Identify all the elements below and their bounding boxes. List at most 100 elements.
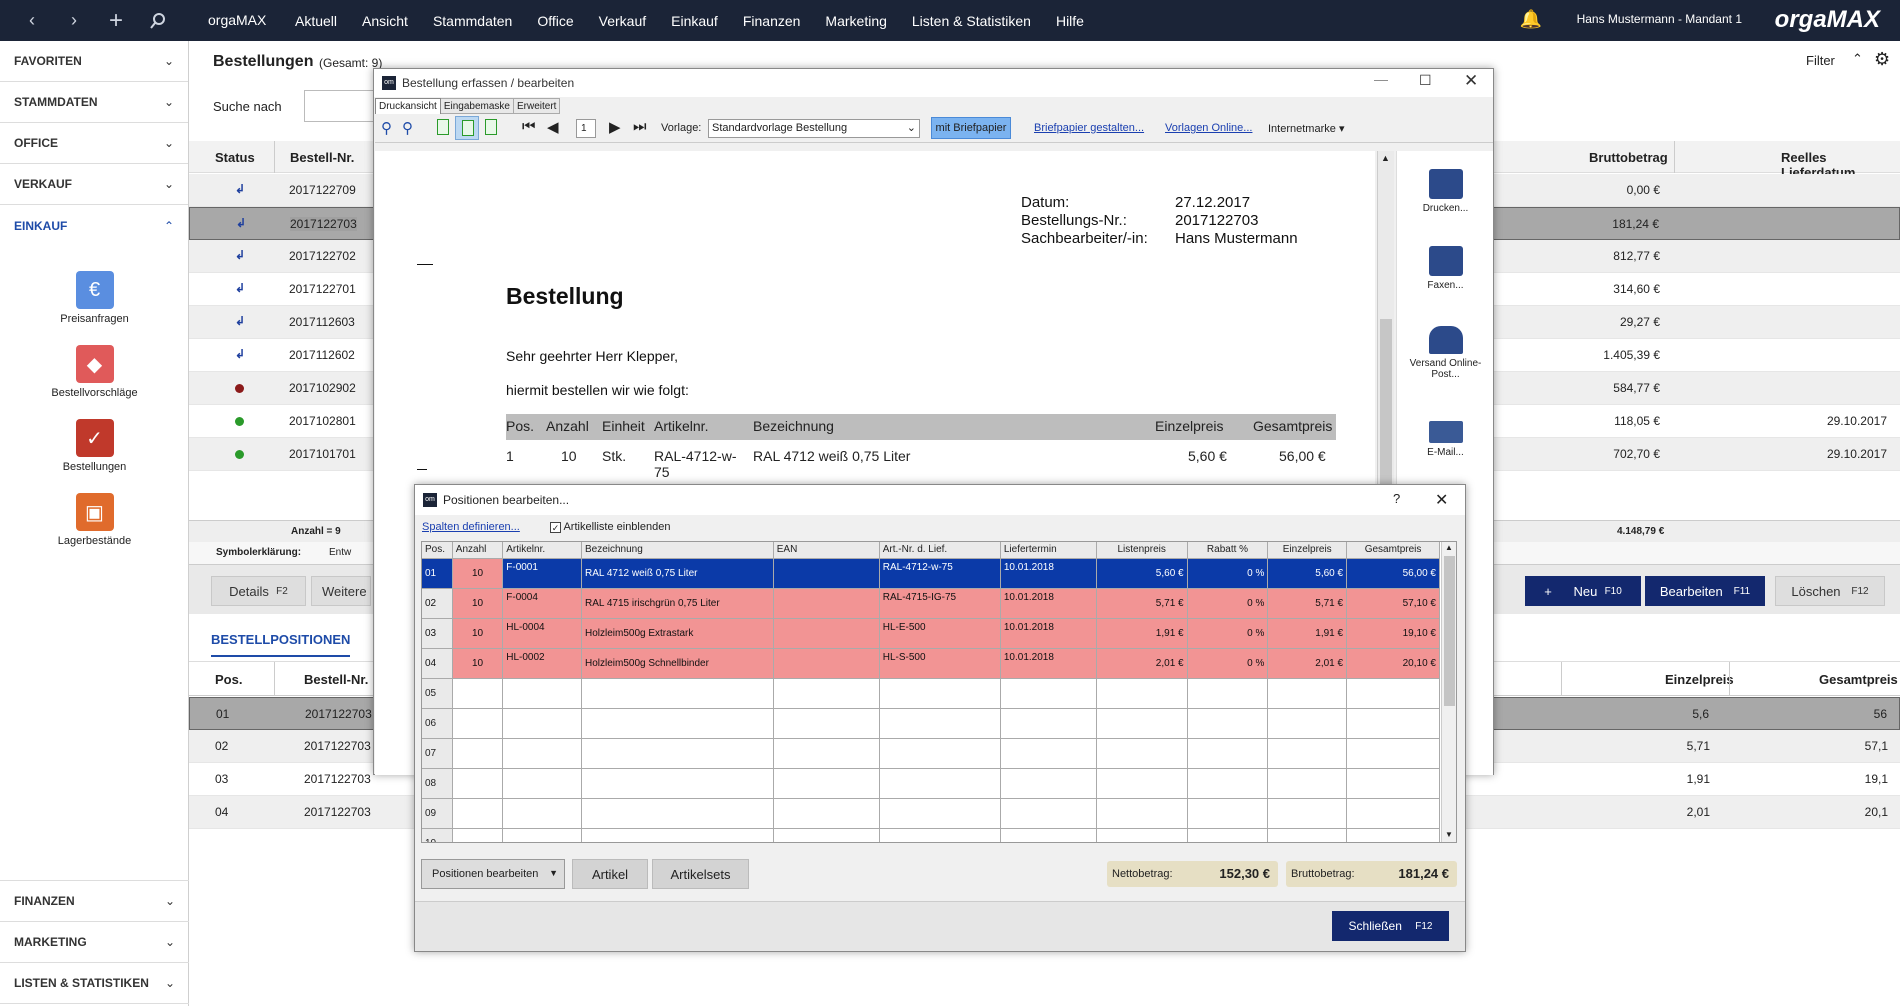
positions-cell-gesamt[interactable]: 20,10 € <box>1346 648 1440 679</box>
positions-cell-einzel[interactable]: 1,91 € <box>1267 618 1348 649</box>
sidebar-section-marketing[interactable]: MARKETING ⌄ <box>0 922 189 963</box>
sidebar-item-lagerbestaende[interactable]: ▣ Lagerbestände <box>0 493 189 547</box>
positions-cell-art[interactable]: F-0004 <box>502 588 582 619</box>
online-post-action[interactable]: Versand Online-Post... <box>1397 326 1494 380</box>
positions-cell-pos[interactable]: 09 <box>422 798 453 829</box>
positions-cell-einzel[interactable]: 5,71 € <box>1267 588 1348 619</box>
positions-cell-ean[interactable] <box>773 738 880 769</box>
help-icon[interactable]: ? <box>1393 491 1400 506</box>
positions-cell-liste[interactable]: 5,60 € <box>1096 558 1188 589</box>
positions-col-header[interactable]: Rabatt % <box>1187 542 1269 559</box>
menu-stammdaten[interactable]: Stammdaten <box>433 13 512 29</box>
plus-icon[interactable]: + <box>98 0 134 41</box>
positions-cell-termin[interactable]: 10.01.2018 <box>1000 558 1097 589</box>
positions-cell-rabatt[interactable]: 0 % <box>1187 558 1269 589</box>
positions-cell-lief[interactable] <box>879 828 1001 842</box>
positions-cell-gesamt[interactable]: 19,10 € <box>1346 618 1440 649</box>
positions-cell-lief[interactable]: HL-E-500 <box>879 618 1001 649</box>
positions-cell-rabatt[interactable]: 0 % <box>1187 648 1269 679</box>
tab-erweitert[interactable]: Erweitert <box>513 98 561 114</box>
positions-cell-lief[interactable] <box>879 678 1001 709</box>
positions-cell-anzahl[interactable]: 10 <box>452 618 504 649</box>
briefpapier-toggle[interactable]: mit Briefpapier <box>931 117 1011 139</box>
positions-cell-ean[interactable] <box>773 678 880 709</box>
scroll-up-icon[interactable]: ▲ <box>1381 153 1390 163</box>
positions-cell-gesamt[interactable]: 57,10 € <box>1346 588 1440 619</box>
positions-cell-liste[interactable]: 1,91 € <box>1096 618 1188 649</box>
positions-cell-liste[interactable] <box>1096 708 1188 739</box>
positions-row-empty[interactable]: 07 <box>422 738 1440 769</box>
schliessen-button[interactable]: Schließen F12 <box>1332 911 1449 941</box>
page-number-input[interactable]: 1 <box>576 119 596 138</box>
first-page-icon[interactable]: ⏮ <box>522 118 536 135</box>
menu-ansicht[interactable]: Ansicht <box>362 13 408 29</box>
positions-cell-lief[interactable] <box>879 708 1001 739</box>
bell-icon[interactable]: 🔔 <box>1520 9 1542 30</box>
positions-cell-einzel[interactable] <box>1267 828 1348 842</box>
positions-cell-liste[interactable]: 2,01 € <box>1096 648 1188 679</box>
positions-col-header[interactable]: EAN <box>773 542 880 559</box>
sidebar-section-listen[interactable]: LISTEN & STATISTIKEN ⌄ <box>0 963 189 1004</box>
positions-cell-termin[interactable] <box>1000 708 1097 739</box>
positions-cell-bez[interactable] <box>581 798 774 829</box>
neu-button[interactable]: + Neu F10 <box>1525 576 1641 606</box>
positions-row[interactable]: 02 10 F-0004 RAL 4715 irischgrün 0,75 Liter… <box>422 588 1440 619</box>
positions-cell-liste[interactable] <box>1096 828 1188 842</box>
positions-cell-gesamt[interactable] <box>1346 828 1440 842</box>
email-action[interactable]: E-Mail... <box>1397 421 1494 458</box>
positions-cell-einzel[interactable]: 5,60 € <box>1267 558 1348 589</box>
positions-cell-pos[interactable]: 07 <box>422 738 453 769</box>
positions-cell-bez[interactable]: RAL 4712 weiß 0,75 Liter <box>581 558 774 589</box>
positions-col-header[interactable]: Listenpreis <box>1096 542 1188 559</box>
positions-cell-anzahl[interactable]: 10 <box>452 588 504 619</box>
positions-cell-ean[interactable] <box>773 588 880 619</box>
positions-cell-bez[interactable] <box>581 738 774 769</box>
positions-cell-termin[interactable] <box>1000 738 1097 769</box>
positions-cell-anzahl[interactable]: 10 <box>452 558 504 589</box>
positions-cell-bez[interactable]: Holzleim500g Schnellbinder <box>581 648 774 679</box>
maximize-icon[interactable]: ☐ <box>1419 72 1432 89</box>
positions-row-empty[interactable]: 09 <box>422 798 1440 829</box>
col-gesamtpreis[interactable]: Gesamtpreis <box>1819 672 1898 687</box>
positions-cell-termin[interactable]: 10.01.2018 <box>1000 618 1097 649</box>
positions-cell-lief[interactable]: HL-S-500 <box>879 648 1001 679</box>
internetmarke-menu[interactable]: Internetmarke ▾ <box>1268 122 1344 135</box>
menu-marketing[interactable]: Marketing <box>825 13 886 29</box>
positions-col-header[interactable]: Liefertermin <box>1000 542 1097 559</box>
positions-cell-pos[interactable]: 03 <box>422 618 453 649</box>
search-icon[interactable] <box>140 0 176 41</box>
positions-cell-rabatt[interactable] <box>1187 738 1269 769</box>
scroll-up-icon[interactable]: ▲ <box>1445 543 1453 552</box>
positions-cell-pos[interactable]: 02 <box>422 588 453 619</box>
positions-col-header[interactable]: Einzelpreis <box>1267 542 1348 559</box>
close-icon[interactable]: ✕ <box>1464 71 1478 91</box>
positions-cell-gesamt[interactable]: 56,00 € <box>1346 558 1440 589</box>
positions-col-header[interactable]: Art.-Nr. d. Lief. <box>879 542 1001 559</box>
positions-cell-bez[interactable] <box>581 678 774 709</box>
page-multi-icon[interactable] <box>485 119 497 135</box>
sidebar-section-favoriten[interactable]: FAVORITEN ⌄ <box>0 41 188 82</box>
positions-cell-anzahl[interactable] <box>452 828 504 842</box>
positions-cell-einzel[interactable] <box>1267 678 1348 709</box>
positions-cell-bez[interactable] <box>581 828 774 842</box>
positions-cell-einzel[interactable] <box>1267 708 1348 739</box>
positions-cell-rabatt[interactable]: 0 % <box>1187 588 1269 619</box>
menu-einkauf[interactable]: Einkauf <box>671 13 718 29</box>
print-action[interactable]: Drucken... <box>1397 169 1494 214</box>
positions-cell-rabatt[interactable]: 0 % <box>1187 618 1269 649</box>
positions-cell-bez[interactable] <box>581 708 774 739</box>
positions-cell-pos[interactable]: 08 <box>422 768 453 799</box>
col-bestellnr[interactable]: Bestell-Nr. <box>290 150 354 165</box>
positions-cell-art[interactable] <box>502 708 582 739</box>
gear-icon[interactable]: ⚙ <box>1874 49 1890 70</box>
sidebar-item-preisanfragen[interactable]: € Preisanfragen <box>0 271 189 325</box>
positions-cell-rabatt[interactable] <box>1187 798 1269 829</box>
positions-cell-anzahl[interactable] <box>452 798 504 829</box>
positions-row-empty[interactable]: 10 <box>422 828 1440 842</box>
positions-cell-anzahl[interactable]: 10 <box>452 648 504 679</box>
prev-page-icon[interactable]: ◀ <box>547 118 559 136</box>
positions-cell-ean[interactable] <box>773 708 880 739</box>
forward-icon[interactable]: › <box>56 0 92 41</box>
positions-cell-pos[interactable]: 01 <box>422 558 453 589</box>
chevron-up-icon[interactable]: ⌃ <box>1852 51 1863 67</box>
